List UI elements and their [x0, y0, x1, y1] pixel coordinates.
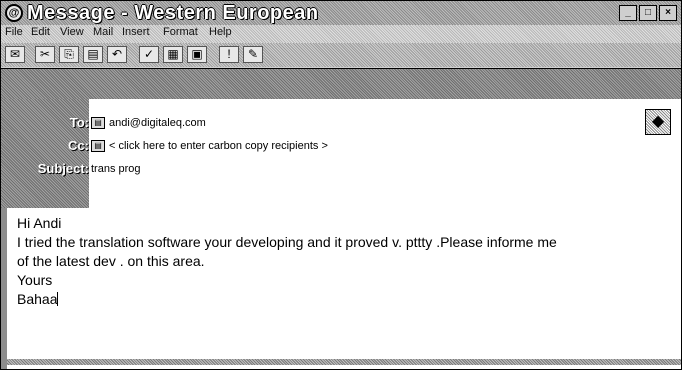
menu-file[interactable]: File [5, 26, 23, 38]
to-label: To: [69, 115, 89, 130]
to-value[interactable]: andi@digitaleq.com [109, 117, 206, 129]
insert-file-icon[interactable]: ▣ [187, 46, 207, 63]
message-header: To: ▤ andi@digitaleq.com Cc: ▤ < click h… [1, 68, 681, 210]
title-bar[interactable]: @ Message - Western European _ □ × [1, 1, 681, 25]
body-line: I tried the translation software your de… [17, 234, 557, 250]
body-line: Hi Andi [17, 215, 62, 231]
menu-format[interactable]: Format [163, 26, 198, 38]
undo-icon[interactable]: ↶ [107, 46, 127, 63]
scroll-border [7, 359, 681, 365]
header-top-band [1, 69, 681, 99]
cc-field[interactable]: ▤ < click here to enter carbon copy reci… [91, 140, 328, 152]
address-card-icon[interactable]: ▤ [91, 140, 105, 152]
menu-help[interactable]: Help [209, 26, 232, 38]
copy-icon[interactable]: ⎘ [59, 46, 79, 63]
body-line: of the latest dev . on this area. [17, 253, 205, 269]
subject-field[interactable]: trans prog [91, 163, 141, 175]
security-icon[interactable]: ◆ [645, 109, 671, 135]
menu-edit[interactable]: Edit [31, 26, 50, 38]
body-line-last: Bahaa [17, 290, 681, 309]
message-body-text[interactable]: Hi Andi I tried the translation software… [17, 214, 681, 309]
priority-icon[interactable]: ! [219, 46, 239, 63]
menu-bar: File Edit View Mail Insert Format Help [1, 25, 681, 43]
send-icon[interactable]: ✉ [5, 46, 25, 63]
to-field[interactable]: ▤ andi@digitaleq.com [91, 117, 206, 129]
window-title: Message - Western European [27, 2, 319, 24]
window-controls: _ □ × [619, 5, 677, 21]
body-line: Yours [17, 272, 53, 288]
cc-value[interactable]: < click here to enter carbon copy recipi… [109, 140, 328, 152]
menu-insert[interactable]: Insert [122, 26, 150, 38]
check-names-icon[interactable]: ✓ [139, 46, 159, 63]
envelope-icon[interactable]: @ [5, 4, 23, 22]
subject-value[interactable]: trans prog [91, 163, 141, 175]
signature-icon[interactable]: ✎ [243, 46, 263, 63]
toolbar: ✉ ✂ ⎘ ▤ ↶ ✓ ▦ ▣ ! ✎ [1, 43, 681, 67]
address-card-icon[interactable]: ▤ [91, 117, 105, 129]
paste-icon[interactable]: ▤ [83, 46, 103, 63]
message-body[interactable]: Hi Andi I tried the translation software… [1, 208, 681, 369]
subject-label: Subject: [37, 161, 89, 176]
close-icon[interactable]: × [659, 5, 677, 21]
maximize-icon[interactable]: □ [639, 5, 657, 21]
minimize-icon[interactable]: _ [619, 5, 637, 21]
cut-icon[interactable]: ✂ [35, 46, 55, 63]
menu-view[interactable]: View [60, 26, 84, 38]
message-window: @ Message - Western European _ □ × File … [0, 0, 682, 370]
cc-label: Cc: [68, 138, 89, 153]
body-line-text: Bahaa [17, 291, 58, 307]
menu-mail[interactable]: Mail [93, 26, 113, 38]
address-book-icon[interactable]: ▦ [163, 46, 183, 63]
text-caret [57, 292, 59, 306]
